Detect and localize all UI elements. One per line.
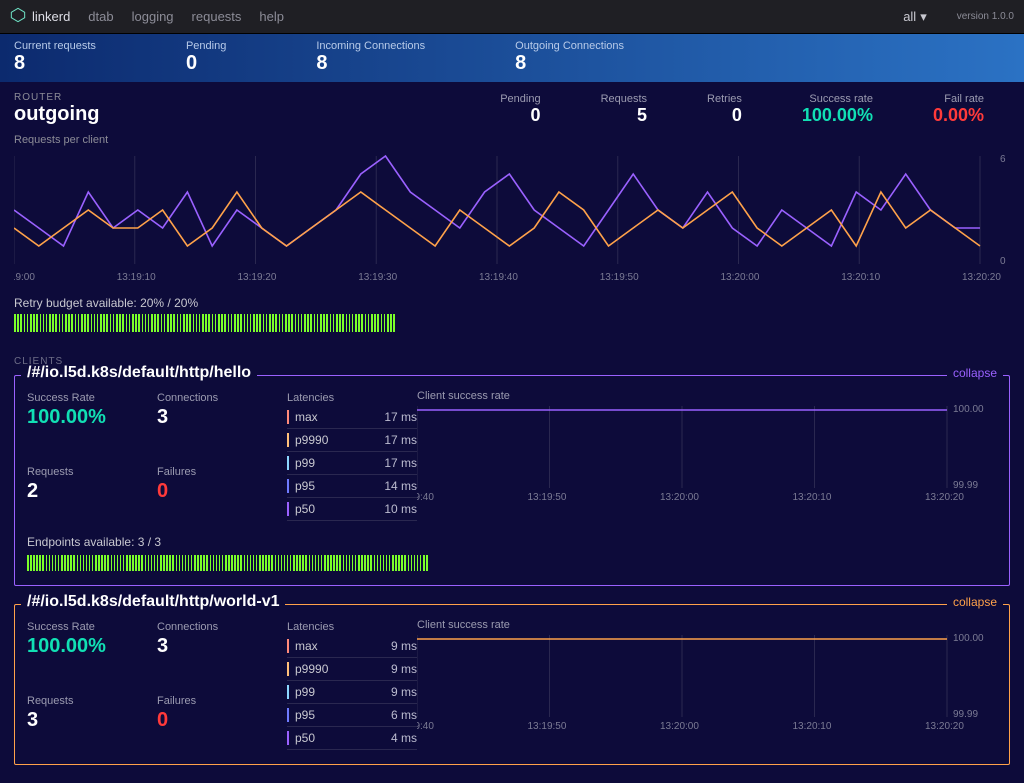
svg-text:13:19:40: 13:19:40 <box>417 492 434 502</box>
latency-row: p9917 ms <box>287 452 417 475</box>
scope-dropdown-label: all <box>903 9 916 24</box>
logo-icon <box>10 7 26 26</box>
latency-row: p99909 ms <box>287 658 417 681</box>
svg-text:13:19:40: 13:19:40 <box>417 721 434 731</box>
collapse-button[interactable]: collapse <box>947 595 1003 609</box>
top-nav: linkerd dtab logging requests help all ▾… <box>0 0 1024 34</box>
latency-row: p9514 ms <box>287 475 417 498</box>
latency-row: p5010 ms <box>287 498 417 521</box>
nav-help[interactable]: help <box>259 9 284 24</box>
svg-text:13:20:20: 13:20:20 <box>925 721 964 731</box>
svg-text:13:20:20: 13:20:20 <box>962 272 1001 282</box>
client-success-chart: Client success rate13:19:4013:19:5013:20… <box>417 392 997 502</box>
svg-text:6: 6 <box>1000 154 1006 165</box>
client-stat-failures: Failures0 <box>157 466 287 522</box>
summary-pending: Pending 0 <box>186 40 226 76</box>
svg-text:13:20:10: 13:20:10 <box>793 721 832 731</box>
router-stat-success-rate: Success rate 100.00% <box>802 93 873 126</box>
router-header: ROUTER outgoing Pending 0 Requests 5 Ret… <box>0 82 1024 130</box>
version-label: version 1.0.0 <box>957 11 1014 22</box>
nav-requests[interactable]: requests <box>192 9 242 24</box>
client-stat-requests: Requests2 <box>27 466 157 522</box>
requests-chart-title: Requests per client <box>0 130 1024 146</box>
router-stat-requests: Requests 5 <box>601 93 647 126</box>
client-stat-connections: Connections3 <box>157 392 287 448</box>
latency-row: p956 ms <box>287 704 417 727</box>
svg-text:13:20:00: 13:20:00 <box>660 721 699 731</box>
nav-logging[interactable]: logging <box>132 9 174 24</box>
client-stat-success-rate: Success Rate100.00% <box>27 621 157 677</box>
chevron-down-icon: ▾ <box>920 9 927 25</box>
summary-band: Current requests 8 Pending 0 Incoming Co… <box>0 34 1024 82</box>
svg-text:99.99: 99.99 <box>953 480 978 491</box>
router-stat-pending: Pending 0 <box>500 93 540 126</box>
router-stat-retries: Retries 0 <box>707 93 742 126</box>
svg-text:13:19:50: 13:19:50 <box>600 272 639 282</box>
latencies-table: Latenciesmax17 msp999017 msp9917 msp9514… <box>287 392 417 521</box>
nav-dtab[interactable]: dtab <box>88 9 113 24</box>
endpoints-bar <box>27 555 427 571</box>
scope-dropdown[interactable]: all ▾ <box>903 9 927 25</box>
latencies-table: Latenciesmax9 msp99909 msp999 msp956 msp… <box>287 621 417 750</box>
svg-text:13:19:30: 13:19:30 <box>358 272 397 282</box>
client-stat-failures: Failures0 <box>157 695 287 751</box>
svg-text:13:19:00: 13:19:00 <box>14 272 35 282</box>
collapse-button[interactable]: collapse <box>947 366 1003 380</box>
svg-text:13:20:20: 13:20:20 <box>925 492 964 502</box>
svg-text:100.00: 100.00 <box>953 633 984 644</box>
svg-text:13:19:50: 13:19:50 <box>528 721 567 731</box>
svg-text:13:20:10: 13:20:10 <box>841 272 880 282</box>
requests-chart: 13:19:00 13:19:10 13:19:20 13:19:30 13:19:40… <box>14 152 1010 282</box>
svg-text:100.00: 100.00 <box>953 404 984 415</box>
client-stat-connections: Connections3 <box>157 621 287 677</box>
client-box-hello: /#/io.l5d.k8s/default/http/hellocollapse… <box>14 375 1010 586</box>
retry-budget-bar <box>14 314 394 332</box>
brand-name: linkerd <box>32 9 70 24</box>
svg-text:13:19:20: 13:19:20 <box>238 272 277 282</box>
latency-row: p999 ms <box>287 681 417 704</box>
summary-incoming-connections: Incoming Connections 8 <box>316 40 425 76</box>
router-stat-fail-rate: Fail rate 0.00% <box>933 93 984 126</box>
latency-row: max17 ms <box>287 406 417 429</box>
client-stat-success-rate: Success Rate100.00% <box>27 392 157 448</box>
summary-current-requests: Current requests 8 <box>14 40 96 76</box>
svg-text:13:19:40: 13:19:40 <box>479 272 518 282</box>
svg-text:0: 0 <box>1000 256 1006 267</box>
router-name: outgoing <box>14 103 100 126</box>
svg-text:13:19:10: 13:19:10 <box>117 272 156 282</box>
svg-text:13:20:00: 13:20:00 <box>660 492 699 502</box>
svg-text:13:20:10: 13:20:10 <box>793 492 832 502</box>
endpoints-label: Endpoints available: 3 / 3 <box>27 535 997 549</box>
latency-row: p504 ms <box>287 727 417 750</box>
client-success-chart: Client success rate13:19:4013:19:5013:20… <box>417 621 997 731</box>
svg-text:13:19:50: 13:19:50 <box>528 492 567 502</box>
client-box-world: /#/io.l5d.k8s/default/http/world-v1colla… <box>14 604 1010 765</box>
client-name: /#/io.l5d.k8s/default/http/hello <box>21 364 257 382</box>
summary-outgoing-connections: Outgoing Connections 8 <box>515 40 624 76</box>
client-stat-requests: Requests3 <box>27 695 157 751</box>
retry-budget-label: Retry budget available: 20% / 20% <box>0 282 1024 314</box>
svg-text:13:20:00: 13:20:00 <box>721 272 760 282</box>
brand-logo[interactable]: linkerd <box>10 7 70 26</box>
client-name: /#/io.l5d.k8s/default/http/world-v1 <box>21 593 285 611</box>
svg-text:99.99: 99.99 <box>953 709 978 720</box>
latency-row: p999017 ms <box>287 429 417 452</box>
latency-row: max9 ms <box>287 635 417 658</box>
router-tag: ROUTER <box>14 92 100 103</box>
